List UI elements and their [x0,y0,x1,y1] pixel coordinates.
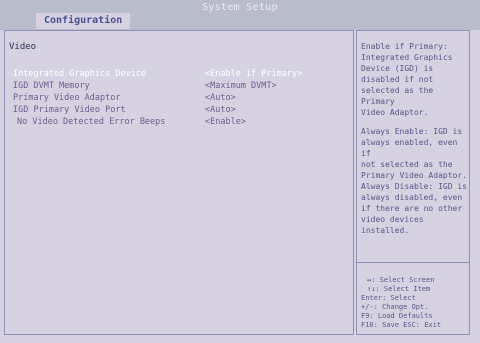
setting-row-integrated-graphics-device[interactable]: Integrated Graphics Device <Enable if Pr… [5,68,345,80]
setting-value[interactable]: <Maximum DVMT> [205,80,277,92]
setting-row-igd-primary-video-port[interactable]: IGD Primary Video Port <Auto> [5,104,345,116]
key-enter: Enter: Select [361,294,416,302]
setting-value[interactable]: <Enable> [205,116,246,128]
key-change-option: +/-: Change Opt. [361,303,429,311]
setting-label: No Video Detected Error Beeps [17,117,166,127]
setting-value[interactable]: <Enable if Primary> [205,68,302,80]
help-text-always-disable: Always Disable: IGD is always disabled, … [361,182,467,235]
key-load-defaults: F9: Load Defaults [361,312,433,320]
setting-row-igd-dvmt-memory[interactable]: IGD DVMT Memory <Maximum DVMT> [5,80,345,92]
tab-configuration[interactable]: Configuration [36,13,131,29]
setting-label: Integrated Graphics Device [13,69,147,79]
help-text-enable-if-primary: Enable if Primary: Integrated Graphics D… [361,42,453,117]
setting-value[interactable]: <Auto> [205,92,236,104]
setting-label: IGD DVMT Memory [13,81,90,91]
section-title: Video [9,42,37,52]
key-legend: ↔: Select Screen ↑↓: Select Item Enter: … [361,276,469,330]
key-select-screen: ↔: Select Screen [367,276,435,284]
key-select-item: ↑↓: Select Item [367,285,431,293]
setting-label: IGD Primary Video Port [13,105,126,115]
settings-panel: Video Integrated Graphics Device <Enable… [4,30,354,335]
title-bar: System Setup Configuration [0,0,480,30]
setting-value[interactable]: <Auto> [205,104,236,116]
setting-row-primary-video-adaptor[interactable]: Primary Video Adaptor <Auto> [5,92,345,104]
key-save-exit: F10: Save ESC: Exit [361,321,442,329]
help-text-always-enable: Always Enable: IGD is always enabled, ev… [361,127,467,180]
window-title: System Setup [202,2,278,13]
help-panel: Enable if Primary: Integrated Graphics D… [356,30,470,335]
help-divider [357,262,469,263]
setting-row-no-video-detected-error-beeps[interactable]: No Video Detected Error Beeps <Enable> [5,116,345,128]
setting-label: Primary Video Adaptor [13,93,121,103]
